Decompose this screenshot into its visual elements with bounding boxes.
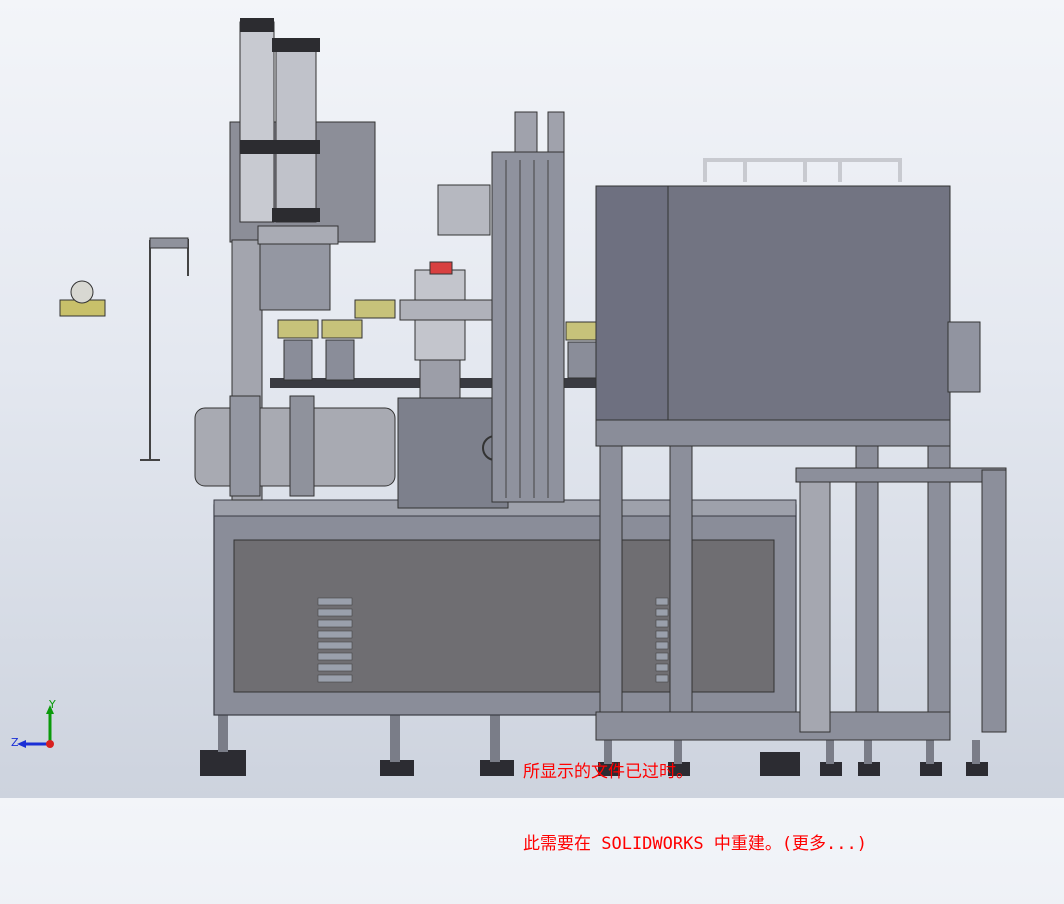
rebuild-notice[interactable]: 所显示的文件已过时。 此需要在 SOLIDWORKS 中重建。(更多...)	[523, 712, 867, 904]
top-pipes	[703, 158, 902, 182]
right-cabinet-side	[595, 185, 669, 423]
base-panel	[233, 539, 775, 693]
notice-line-1: 所显示的文件已过时。	[523, 762, 693, 782]
graphics-viewport[interactable]: 所显示的文件已过时。 此需要在 SOLIDWORKS 中重建。(更多...) Y…	[0, 0, 1064, 854]
machine-assembly-model[interactable]	[0, 0, 1064, 798]
left-bracket	[259, 239, 331, 311]
notice-line-2[interactable]: 此需要在 SOLIDWORKS 中重建。(更多...)	[523, 832, 867, 856]
axis-triad-icon: Y Z	[8, 698, 68, 760]
air-cylinder-1	[239, 21, 275, 223]
vertical-slide	[491, 151, 565, 503]
right-cabinet	[667, 185, 951, 423]
triad-y-label: Y	[49, 698, 56, 711]
triad-z-label: Z	[11, 736, 19, 749]
side-hopper	[947, 321, 981, 393]
air-cylinder-2	[275, 41, 317, 223]
loose-part	[59, 280, 106, 317]
cylinder-mount	[257, 225, 339, 245]
